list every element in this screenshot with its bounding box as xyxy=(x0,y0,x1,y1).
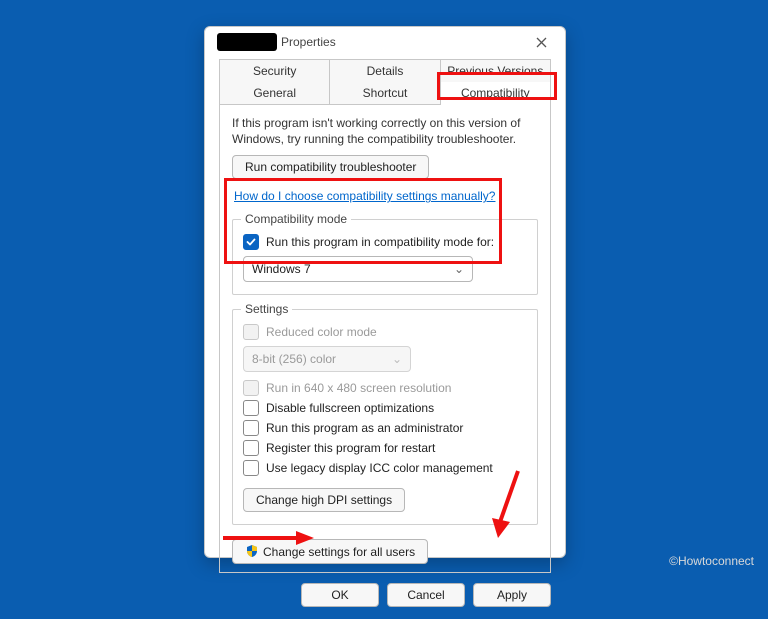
watermark: ©Howtoconnect xyxy=(669,554,754,568)
cancel-button[interactable]: Cancel xyxy=(387,583,465,607)
tab-security[interactable]: Security xyxy=(219,59,330,82)
settings-group-title: Settings xyxy=(241,302,292,316)
run-troubleshooter-button[interactable]: Run compatibility troubleshooter xyxy=(232,155,429,179)
compat-os-value: Windows 7 xyxy=(252,262,311,276)
manual-settings-link[interactable]: How do I choose compatibility settings m… xyxy=(234,189,495,203)
run-640x480-label: Run in 640 x 480 screen resolution xyxy=(266,381,451,395)
app-name-redacted xyxy=(217,33,277,51)
change-all-users-label: Change settings for all users xyxy=(263,545,415,559)
compatibility-mode-group: Compatibility mode Run this program in c… xyxy=(232,219,538,295)
check-icon xyxy=(246,237,256,247)
color-depth-select: 8-bit (256) color ⌄ xyxy=(243,346,411,372)
disable-fullscreen-label: Disable fullscreen optimizations xyxy=(266,401,434,415)
shield-icon xyxy=(245,544,259,558)
window-title: Properties xyxy=(281,35,336,49)
titlebar: Properties xyxy=(205,27,565,57)
tab-strip: Security Details Previous Versions Gener… xyxy=(219,59,551,573)
properties-dialog: Properties Security Details Previous Ver… xyxy=(204,26,566,558)
close-icon xyxy=(536,37,547,48)
compat-group-title: Compatibility mode xyxy=(241,212,351,226)
change-dpi-button[interactable]: Change high DPI settings xyxy=(243,488,405,512)
tab-compatibility[interactable]: Compatibility xyxy=(441,82,551,104)
compat-mode-label: Run this program in compatibility mode f… xyxy=(266,235,494,249)
tab-shortcut[interactable]: Shortcut xyxy=(330,82,440,104)
register-restart-checkbox[interactable] xyxy=(243,440,259,456)
chevron-down-icon: ⌄ xyxy=(392,352,402,366)
apply-button[interactable]: Apply xyxy=(473,583,551,607)
compat-os-select[interactable]: Windows 7 ⌄ xyxy=(243,256,473,282)
tab-details[interactable]: Details xyxy=(330,59,440,82)
tab-content: If this program isn't working correctly … xyxy=(219,104,551,573)
register-restart-label: Register this program for restart xyxy=(266,441,435,455)
close-button[interactable] xyxy=(523,30,559,54)
dialog-buttons: OK Cancel Apply xyxy=(205,573,565,619)
reduced-color-label: Reduced color mode xyxy=(266,325,377,339)
disable-fullscreen-checkbox[interactable] xyxy=(243,400,259,416)
chevron-down-icon: ⌄ xyxy=(454,262,464,276)
tab-previous-versions[interactable]: Previous Versions xyxy=(441,59,551,82)
run-as-admin-checkbox[interactable] xyxy=(243,420,259,436)
change-all-users-button[interactable]: Change settings for all users xyxy=(232,539,428,564)
color-depth-value: 8-bit (256) color xyxy=(252,352,336,366)
run-as-admin-label: Run this program as an administrator xyxy=(266,421,463,435)
intro-text: If this program isn't working correctly … xyxy=(232,115,538,147)
settings-group: Settings Reduced color mode 8-bit (256) … xyxy=(232,309,538,525)
legacy-icc-label: Use legacy display ICC color management xyxy=(266,461,493,475)
compat-mode-checkbox[interactable] xyxy=(243,234,259,250)
reduced-color-checkbox xyxy=(243,324,259,340)
run-640x480-checkbox xyxy=(243,380,259,396)
ok-button[interactable]: OK xyxy=(301,583,379,607)
legacy-icc-checkbox[interactable] xyxy=(243,460,259,476)
tab-general[interactable]: General xyxy=(219,82,330,104)
